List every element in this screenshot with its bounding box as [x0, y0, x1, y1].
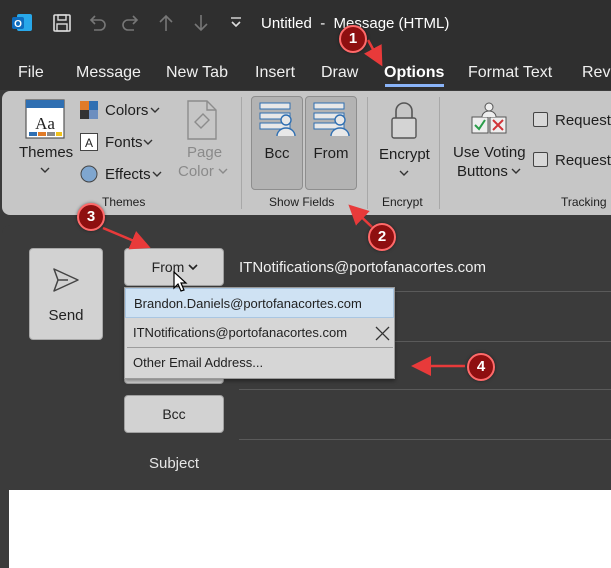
svg-text:A: A: [85, 136, 93, 150]
active-tab-indicator: [385, 84, 444, 87]
group-label-themes: Themes: [102, 195, 146, 209]
effects-icon: [80, 165, 98, 183]
chevron-down-icon: [143, 139, 153, 145]
undo-icon[interactable]: [86, 12, 108, 34]
tab-file[interactable]: File: [18, 64, 44, 82]
customize-quick-access-icon[interactable]: [225, 12, 247, 34]
group-label-encrypt: Encrypt: [382, 195, 423, 209]
lock-icon[interactable]: [389, 100, 419, 140]
from-toggle-label: From: [313, 145, 349, 162]
message-body[interactable]: [9, 490, 611, 568]
subject-label: Subject: [148, 455, 200, 472]
tab-format-text[interactable]: Format Text: [468, 64, 552, 82]
dropdown-item-label: Other Email Address...: [133, 355, 264, 370]
dropdown-item-brandon[interactable]: Brandon.Daniels@portofanacortes.com: [125, 288, 394, 318]
tab-message[interactable]: Message: [76, 64, 141, 82]
ribbon-tabs: File Message New Tab Insert Draw Options…: [0, 56, 611, 90]
dropdown-item-label: Brandon.Daniels@portofanacortes.com: [134, 296, 362, 311]
chevron-down-icon: [188, 264, 198, 271]
arrow-up-icon[interactable]: [155, 12, 177, 34]
page-color-icon: [187, 100, 217, 140]
fonts-icon: A: [80, 133, 98, 151]
save-icon[interactable]: [51, 12, 73, 34]
themes-icon[interactable]: Aa: [25, 99, 65, 139]
tab-new-tab[interactable]: New Tab: [166, 64, 228, 82]
title-bar: O Untitled - Message (HTML): [0, 0, 611, 48]
from-field-icon: [313, 102, 350, 137]
chevron-down-icon: [218, 168, 228, 174]
effects-button[interactable]: Effects: [105, 166, 151, 183]
close-icon[interactable]: [375, 326, 390, 341]
dropdown-item-itnotifications[interactable]: ITNotifications@portofanacortes.com: [125, 318, 394, 348]
redo-icon[interactable]: [120, 12, 142, 34]
callout-badge-2: 2: [368, 223, 396, 251]
chevron-down-icon: [511, 168, 521, 174]
tab-options[interactable]: Options: [384, 64, 444, 82]
arrow-down-icon[interactable]: [190, 12, 212, 34]
tab-draw[interactable]: Draw: [321, 64, 358, 82]
tab-insert[interactable]: Insert: [255, 64, 295, 82]
send-button[interactable]: Send: [29, 248, 103, 340]
request-delivery-label: Request: [555, 112, 611, 129]
request-read-label: Request: [555, 152, 611, 169]
bcc-toggle-label: Bcc: [264, 145, 290, 162]
send-icon: [53, 268, 79, 292]
from-address[interactable]: ITNotifications@portofanacortes.com: [239, 259, 486, 276]
callout-badge-3: 3: [77, 203, 105, 231]
voting-button-label-1[interactable]: Use Voting: [453, 144, 526, 161]
voting-button-label-2[interactable]: Buttons: [457, 163, 508, 180]
chevron-down-icon: [399, 170, 409, 176]
group-label-tracking: Tracking: [561, 195, 607, 209]
chevron-down-icon: [40, 167, 50, 173]
field-divider: [239, 439, 611, 440]
themes-button-label[interactable]: Themes: [19, 144, 73, 161]
dropdown-item-other-address[interactable]: Other Email Address...: [125, 348, 394, 378]
group-separator: [241, 97, 242, 209]
bcc-field-icon: [259, 102, 296, 137]
colors-button[interactable]: Colors: [105, 102, 148, 119]
group-separator: [367, 97, 368, 209]
outlook-icon[interactable]: O: [11, 12, 33, 34]
dropdown-item-label: ITNotifications@portofanacortes.com: [133, 325, 348, 340]
from-dropdown-menu: Brandon.Daniels@portofanacortes.com ITNo…: [124, 287, 395, 379]
callout-badge-1: 1: [339, 25, 367, 53]
page-color-label-2: Color: [178, 163, 214, 180]
svg-text:Aa: Aa: [35, 114, 55, 133]
svg-text:O: O: [14, 19, 22, 30]
mouse-cursor-icon: [173, 271, 188, 292]
colors-icon: [80, 101, 98, 119]
callout-badge-4: 4: [467, 353, 495, 381]
page-color-label-1: Page: [187, 144, 223, 161]
group-label-show-fields: Show Fields: [269, 195, 335, 209]
chevron-down-icon: [150, 107, 160, 113]
group-separator: [439, 97, 440, 209]
encrypt-button[interactable]: Encrypt: [379, 146, 430, 163]
from-toggle-button[interactable]: From: [305, 96, 357, 190]
bcc-button[interactable]: Bcc: [124, 395, 224, 433]
tab-review[interactable]: Revi: [582, 64, 611, 82]
fonts-button[interactable]: Fonts: [105, 134, 143, 151]
chevron-down-icon: [152, 171, 162, 177]
request-delivery-checkbox[interactable]: [533, 112, 548, 127]
request-read-checkbox[interactable]: [533, 152, 548, 167]
send-label: Send: [48, 307, 84, 324]
bcc-toggle-button[interactable]: Bcc: [251, 96, 303, 190]
voting-buttons-icon[interactable]: [470, 101, 508, 137]
field-divider: [239, 389, 611, 390]
bcc-button-label: Bcc: [162, 406, 186, 422]
